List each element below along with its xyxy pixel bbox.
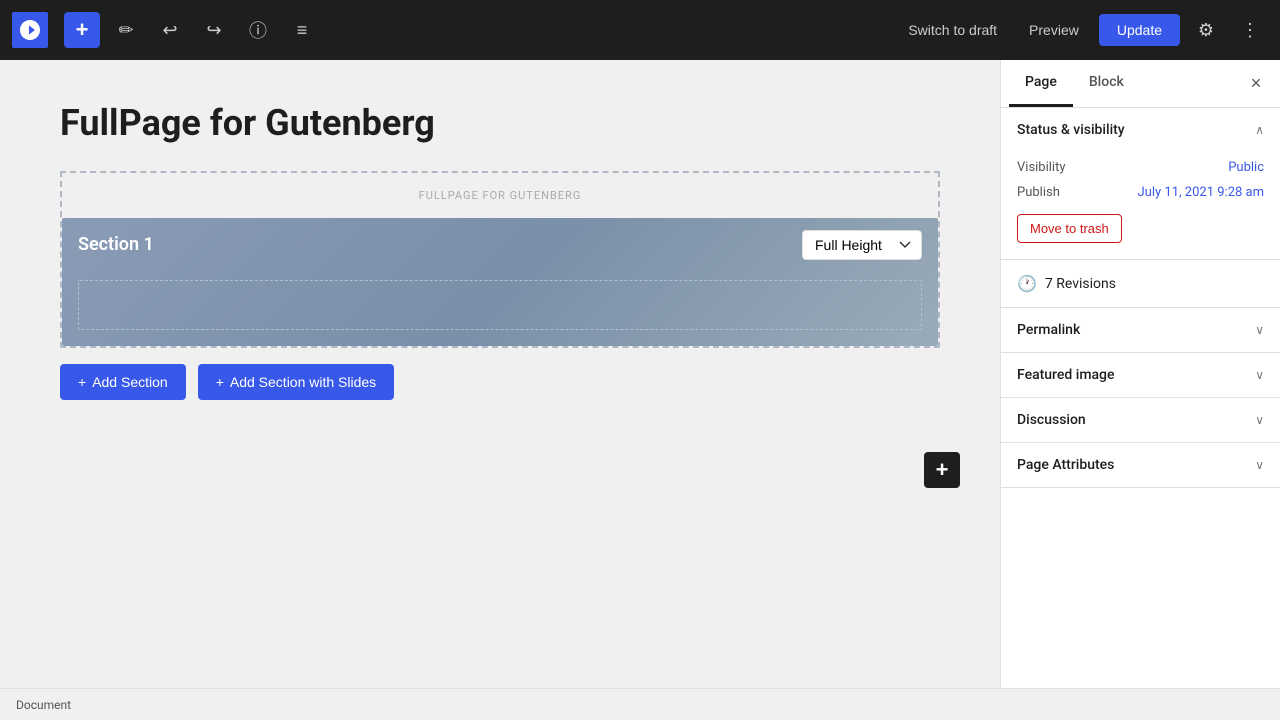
tab-block[interactable]: Block	[1073, 60, 1140, 107]
add-section-slides-label: Add Section with Slides	[230, 374, 376, 390]
wp-logo	[12, 12, 48, 48]
discussion-header[interactable]: Discussion ∨	[1001, 398, 1280, 442]
editor-area: FullPage for Gutenberg FULLPAGE FOR GUTE…	[0, 60, 1000, 688]
section-height-dropdown[interactable]: Full Height Auto Height	[802, 230, 922, 260]
publish-value[interactable]: July 11, 2021 9:28 am	[1138, 185, 1264, 200]
settings-toolbar-button[interactable]: ⚙	[1188, 12, 1224, 48]
permalink-section: Permalink ∨	[1001, 308, 1280, 353]
toolbar: + ✏ ↩ ↪ ⓘ ≡ Switch to draft Preview Upda…	[0, 0, 1280, 60]
featured-image-title: Featured image	[1017, 367, 1115, 383]
fullpage-block-label: FULLPAGE FOR GUTENBERG	[62, 173, 938, 218]
add-section-label: Add Section	[92, 374, 168, 390]
more-options-toolbar-button[interactable]: ⋮	[1232, 12, 1268, 48]
edit-toolbar-button[interactable]: ✏	[108, 12, 144, 48]
featured-image-header[interactable]: Featured image ∨	[1001, 353, 1280, 397]
revisions-clock-icon: 🕐	[1017, 274, 1037, 293]
status-visibility-chevron-up-icon: ∧	[1255, 123, 1264, 137]
section-1-header: Section 1 Full Height Auto Height	[62, 218, 938, 272]
toolbar-right: Switch to draft Preview Update ⚙ ⋮	[896, 12, 1268, 48]
fullpage-block-container: FULLPAGE FOR GUTENBERG Section 1 Full He…	[60, 171, 940, 348]
sidebar-close-button[interactable]: ×	[1240, 68, 1272, 100]
sidebar: Page Block × Status & visibility ∧ Visib…	[1000, 60, 1280, 688]
status-visibility-section: Status & visibility ∧ Visibility Public …	[1001, 108, 1280, 260]
undo-toolbar-button[interactable]: ↩	[152, 12, 188, 48]
permalink-chevron-down-icon: ∨	[1255, 323, 1264, 337]
add-block-toolbar-button[interactable]: +	[64, 12, 100, 48]
status-visibility-header[interactable]: Status & visibility ∧	[1001, 108, 1280, 152]
switch-to-draft-button[interactable]: Switch to draft	[896, 16, 1009, 44]
sidebar-tabs: Page Block ×	[1001, 60, 1280, 108]
sidebar-content: Status & visibility ∧ Visibility Public …	[1001, 108, 1280, 688]
status-visibility-content: Visibility Public Publish July 11, 2021 …	[1001, 152, 1280, 259]
revisions-row[interactable]: 🕐 7 Revisions	[1001, 260, 1280, 308]
featured-image-section: Featured image ∨	[1001, 353, 1280, 398]
tab-page[interactable]: Page	[1009, 60, 1073, 107]
document-label: Document	[16, 698, 71, 712]
info-toolbar-button[interactable]: ⓘ	[240, 12, 276, 48]
section-1-block: Section 1 Full Height Auto Height	[62, 218, 938, 346]
section-1-inner	[78, 280, 922, 330]
preview-button[interactable]: Preview	[1017, 16, 1091, 44]
list-view-toolbar-button[interactable]: ≡	[284, 12, 320, 48]
page-attributes-title: Page Attributes	[1017, 457, 1114, 473]
status-bar: Document	[0, 688, 1280, 720]
permalink-title: Permalink	[1017, 322, 1080, 338]
page-attributes-section: Page Attributes ∨	[1001, 443, 1280, 488]
permalink-header[interactable]: Permalink ∨	[1001, 308, 1280, 352]
update-button[interactable]: Update	[1099, 14, 1180, 46]
visibility-label: Visibility	[1017, 160, 1066, 175]
discussion-title: Discussion	[1017, 412, 1086, 428]
revisions-text: 7 Revisions	[1045, 276, 1116, 292]
add-block-bottom-button[interactable]: +	[924, 452, 960, 488]
discussion-section: Discussion ∨	[1001, 398, 1280, 443]
add-section-button[interactable]: + Add Section	[60, 364, 186, 400]
visibility-value[interactable]: Public	[1228, 160, 1264, 175]
section-1-body	[62, 272, 938, 346]
publish-row: Publish July 11, 2021 9:28 am	[1017, 185, 1264, 200]
add-section-slides-plus-icon: +	[216, 374, 224, 390]
move-trash-row: Move to trash	[1017, 210, 1264, 243]
add-section-plus-icon: +	[78, 374, 86, 390]
discussion-chevron-down-icon: ∨	[1255, 413, 1264, 427]
publish-label: Publish	[1017, 185, 1060, 200]
main-layout: FullPage for Gutenberg FULLPAGE FOR GUTE…	[0, 60, 1280, 688]
redo-toolbar-button[interactable]: ↪	[196, 12, 232, 48]
add-section-slides-button[interactable]: + Add Section with Slides	[198, 364, 395, 400]
section-1-title: Section 1	[78, 234, 154, 255]
status-visibility-title: Status & visibility	[1017, 122, 1125, 138]
move-to-trash-button[interactable]: Move to trash	[1017, 214, 1122, 243]
page-title: FullPage for Gutenberg	[60, 100, 940, 147]
page-attributes-header[interactable]: Page Attributes ∨	[1001, 443, 1280, 487]
featured-image-chevron-down-icon: ∨	[1255, 368, 1264, 382]
visibility-row: Visibility Public	[1017, 160, 1264, 175]
page-attributes-chevron-down-icon: ∨	[1255, 458, 1264, 472]
add-section-row: + Add Section + Add Section with Slides	[60, 364, 940, 400]
